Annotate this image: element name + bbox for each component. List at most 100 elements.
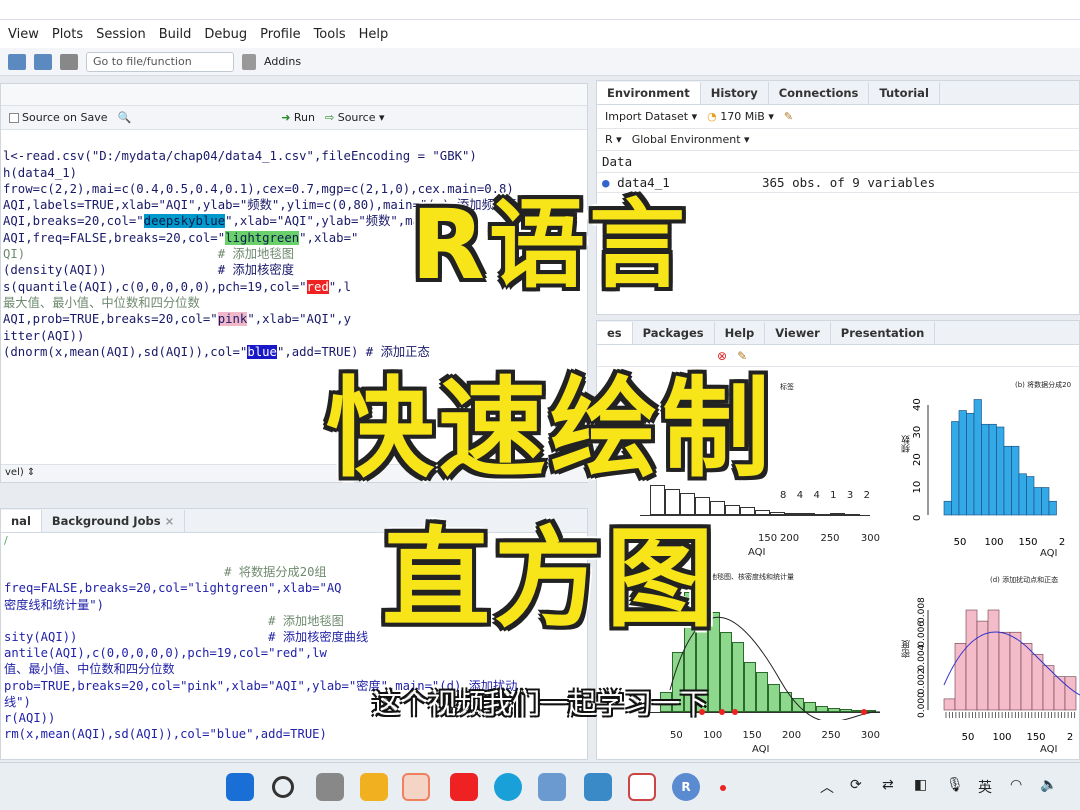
source-button[interactable]: ⇨ Source ▾ <box>325 111 385 124</box>
run-button[interactable]: ➜ Run <box>281 111 315 124</box>
import-dataset-button[interactable]: Import Dataset ▾ <box>605 110 697 123</box>
memory-usage[interactable]: ◔ 170 MiB ▾ <box>707 110 774 123</box>
broom-icon[interactable]: ✎ <box>784 110 793 123</box>
tab-files[interactable]: es <box>597 322 633 344</box>
x-tick: 2 <box>1067 732 1073 743</box>
histogram-bar <box>988 423 997 516</box>
expand-icon[interactable]: ● <box>602 175 610 190</box>
task-view-icon[interactable] <box>316 773 344 801</box>
histogram-bar <box>981 423 990 516</box>
x-tick: 50 <box>962 732 975 743</box>
menu-item-help[interactable]: Help <box>359 27 389 42</box>
y-tick: 0.000 <box>917 692 927 718</box>
histogram-bar <box>973 399 982 516</box>
edge-icon[interactable] <box>494 773 522 801</box>
windows-start-icon[interactable] <box>226 773 254 801</box>
tab-history[interactable]: History <box>701 82 769 104</box>
y-tick: 10 <box>912 481 923 494</box>
histogram-bar <box>1009 631 1022 711</box>
menu-item-debug[interactable]: Debug <box>204 27 247 42</box>
r-icon[interactable]: R <box>672 773 700 801</box>
histogram-bar <box>770 512 785 515</box>
tab-help[interactable]: Help <box>715 322 766 344</box>
close-icon[interactable]: × <box>165 514 175 528</box>
menu-item-session[interactable]: Session <box>96 27 146 42</box>
search-icon[interactable]: 🔍 <box>117 111 131 124</box>
save-icon[interactable] <box>8 53 26 70</box>
x-tick: 150 <box>742 730 762 741</box>
office-icon[interactable] <box>628 773 656 801</box>
tab-terminal[interactable]: nal <box>1 510 42 532</box>
print-icon[interactable] <box>60 53 78 70</box>
goto-file-input[interactable]: Go to file/function <box>86 51 234 72</box>
sync-icon[interactable]: ⟳ <box>850 777 862 793</box>
histogram-bar <box>665 489 680 515</box>
y-tick: 20 <box>912 453 923 466</box>
tab-background-jobs[interactable]: Background Jobs × <box>42 510 186 532</box>
save-all-icon[interactable] <box>34 53 52 70</box>
x-tick: 50 <box>670 730 683 741</box>
main-toolbar: Go to file/function Addins <box>0 48 1080 76</box>
x-tick: 250 <box>821 730 841 741</box>
tab-environment[interactable]: Environment <box>597 82 701 104</box>
x-tick: 300 <box>860 730 880 741</box>
plot-d: (d) 添加扰动点和正态 密度 0.008 0.006 0.004 0.002 0.00… <box>900 570 1080 758</box>
x-tick: 150 <box>1026 732 1045 743</box>
histogram-bar <box>740 507 755 515</box>
x-tick: 300 <box>860 533 880 544</box>
volume-icon[interactable]: 🔈 <box>1040 777 1057 793</box>
menu-item-build[interactable]: Build <box>159 27 192 42</box>
wechat-icon[interactable] <box>402 773 430 801</box>
menu-item-plots[interactable]: Plots <box>52 27 83 42</box>
histogram-bar <box>954 643 967 711</box>
histogram-bar <box>1026 476 1035 516</box>
tab-tutorial[interactable]: Tutorial <box>869 82 940 104</box>
network-share-icon[interactable]: ⇄ <box>882 777 894 793</box>
app-tray-icon[interactable]: ◧ <box>914 777 927 793</box>
file-explorer-icon[interactable] <box>360 773 388 801</box>
taskbar: R ︿ ⟳ ⇄ ◧ 🎙 英 ◠ 🔈 <box>0 762 1080 810</box>
histogram-bar <box>845 514 860 516</box>
histogram-bar <box>710 501 725 515</box>
tab-connections[interactable]: Connections <box>769 82 870 104</box>
y-tick: 30 <box>912 426 923 439</box>
language-select[interactable]: R ▾ <box>605 133 622 146</box>
ime-indicator[interactable]: 英 <box>978 777 992 797</box>
plot-b: (b) 将数据分成20 频数 40 30 20 10 0 50 100 150 2 AQI <box>900 370 1080 560</box>
chevron-up-icon[interactable]: ︿ <box>820 777 834 797</box>
code-line: AQI,prob=TRUE,breaks=20,col="pink",xlab=… <box>3 312 351 327</box>
code-line: h(data4_1) <box>3 165 78 180</box>
microphone-icon[interactable]: 🎙 <box>946 777 964 793</box>
menu-item-profile[interactable]: Profile <box>260 27 300 42</box>
histogram-bar <box>966 412 975 516</box>
y-tick: 0.008 <box>917 597 927 623</box>
tab-viewer[interactable]: Viewer <box>765 322 831 344</box>
grid-icon[interactable] <box>242 53 256 70</box>
scope-select[interactable]: Global Environment ▾ <box>632 133 750 146</box>
y-tick: 40 <box>912 398 923 411</box>
x-tick: 100 <box>992 732 1011 743</box>
overlay-line1: R语言 <box>411 189 689 301</box>
source-on-save-checkbox[interactable]: Source on Save <box>9 111 107 124</box>
menu-item-tools[interactable]: Tools <box>314 27 346 42</box>
y-tick: 0.006 <box>917 621 927 647</box>
menubar-top <box>0 0 1080 20</box>
histogram-bar <box>951 421 960 516</box>
addins-menu[interactable]: Addins <box>264 55 301 68</box>
broom-icon[interactable]: ✎ <box>737 349 747 363</box>
wps-icon[interactable] <box>450 773 478 801</box>
histogram-bar <box>996 426 1005 516</box>
wifi-icon[interactable]: ◠ <box>1010 777 1022 793</box>
histogram-bar <box>987 609 1000 711</box>
search-icon[interactable] <box>272 776 294 798</box>
notepad-icon[interactable] <box>538 773 566 801</box>
tab-packages[interactable]: Packages <box>633 322 715 344</box>
screenshot-icon[interactable] <box>584 773 612 801</box>
histogram-bar <box>800 513 815 515</box>
delete-icon[interactable]: ⊗ <box>717 349 727 363</box>
histogram-bar <box>815 514 830 516</box>
tab-presentation[interactable]: Presentation <box>831 322 936 344</box>
menu-item-view[interactable]: View <box>8 27 39 42</box>
histogram-bar <box>695 497 710 515</box>
chart-d-svg: 0.0080.0060.0040.0020.000 50 100 150 2 <box>917 597 1080 743</box>
